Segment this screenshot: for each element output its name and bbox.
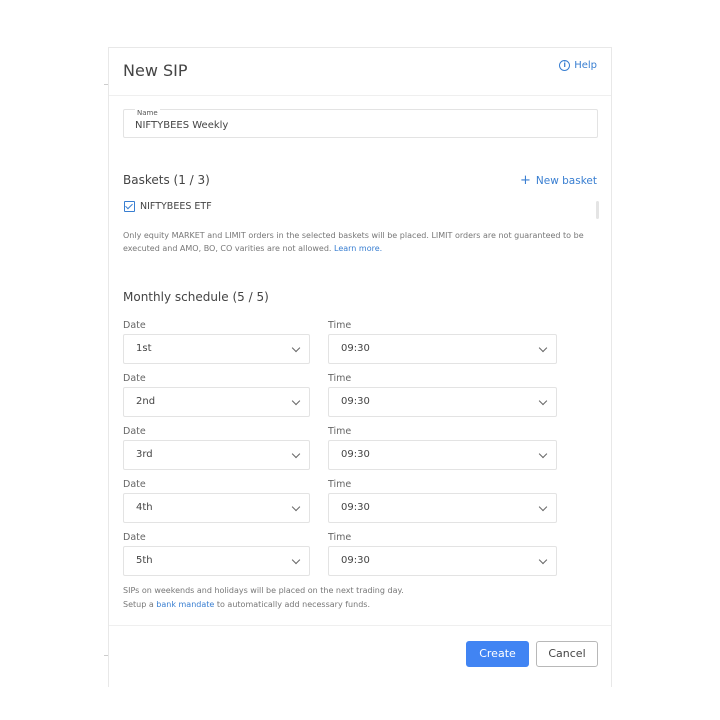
check-icon[interactable] [124, 201, 135, 212]
date-value: 2nd [136, 396, 156, 407]
chevron-down-icon [291, 555, 301, 565]
time-value: 09:30 [341, 396, 370, 407]
chevron-down-icon [291, 502, 301, 512]
chevron-down-icon [291, 343, 301, 353]
time-label: Time [328, 532, 352, 543]
footnote-line-2: Setup a bank mandate to automatically ad… [123, 598, 404, 612]
chevron-down-icon [538, 343, 548, 353]
plus-icon: + [520, 173, 531, 188]
new-sip-modal: New SIP i Help Name Baskets (1 / 3) + New… [108, 47, 612, 687]
time-select-3[interactable]: 09:30 [328, 440, 557, 470]
basket-item-label: NIFTYBEES ETF [140, 201, 212, 212]
chevron-down-icon [291, 449, 301, 459]
chevron-down-icon [538, 555, 548, 565]
basket-list-scrollbar[interactable] [596, 201, 599, 219]
date-value: 3rd [136, 449, 153, 460]
footnote-prefix: Setup a [123, 600, 154, 609]
date-select-5[interactable]: 5th [123, 546, 310, 576]
name-input[interactable] [135, 120, 575, 131]
help-link[interactable]: i Help [559, 60, 597, 71]
learn-more-link[interactable]: Learn more. [334, 244, 382, 253]
bank-mandate-link[interactable]: bank mandate [156, 600, 214, 609]
time-label: Time [328, 479, 352, 490]
schedule-footnote: SIPs on weekends and holidays will be pl… [123, 584, 404, 612]
chevron-down-icon [538, 502, 548, 512]
date-value: 5th [136, 555, 153, 566]
time-label: Time [328, 320, 352, 331]
create-button[interactable]: Create [466, 641, 529, 667]
time-value: 09:30 [341, 343, 370, 354]
modal-title: New SIP [123, 61, 188, 80]
info-circle-icon: i [559, 60, 571, 71]
new-basket-button[interactable]: + New basket [520, 173, 597, 188]
time-value: 09:30 [341, 449, 370, 460]
time-label: Time [328, 373, 352, 384]
date-value: 4th [136, 502, 153, 513]
date-label: Date [123, 426, 146, 437]
name-field-label: Name [135, 109, 160, 117]
chevron-down-icon [291, 396, 301, 406]
baskets-title: Baskets (1 / 3) [123, 173, 210, 187]
date-value: 1st [136, 343, 152, 354]
name-field: Name [123, 109, 598, 138]
time-select-5[interactable]: 09:30 [328, 546, 557, 576]
help-label: Help [574, 60, 597, 71]
date-label: Date [123, 479, 146, 490]
modal-header: New SIP i Help [109, 48, 611, 96]
time-value: 09:30 [341, 502, 370, 513]
new-basket-label: New basket [535, 175, 597, 187]
footnote-line-1: SIPs on weekends and holidays will be pl… [123, 586, 404, 595]
date-select-2[interactable]: 2nd [123, 387, 310, 417]
footer-divider [109, 625, 611, 626]
baskets-note: Only equity MARKET and LIMIT orders in t… [123, 229, 603, 255]
date-select-4[interactable]: 4th [123, 493, 310, 523]
time-label: Time [328, 426, 352, 437]
time-select-4[interactable]: 09:30 [328, 493, 557, 523]
date-select-1[interactable]: 1st [123, 334, 310, 364]
chevron-down-icon [538, 396, 548, 406]
schedule-title: Monthly schedule (5 / 5) [123, 290, 269, 304]
date-label: Date [123, 373, 146, 384]
cancel-button[interactable]: Cancel [536, 641, 598, 667]
time-value: 09:30 [341, 555, 370, 566]
date-label: Date [123, 532, 146, 543]
time-select-1[interactable]: 09:30 [328, 334, 557, 364]
basket-item[interactable]: NIFTYBEES ETF [124, 201, 212, 212]
date-select-3[interactable]: 3rd [123, 440, 310, 470]
date-label: Date [123, 320, 146, 331]
footnote-suffix: to automatically add necessary funds. [216, 600, 370, 609]
chevron-down-icon [538, 449, 548, 459]
time-select-2[interactable]: 09:30 [328, 387, 557, 417]
